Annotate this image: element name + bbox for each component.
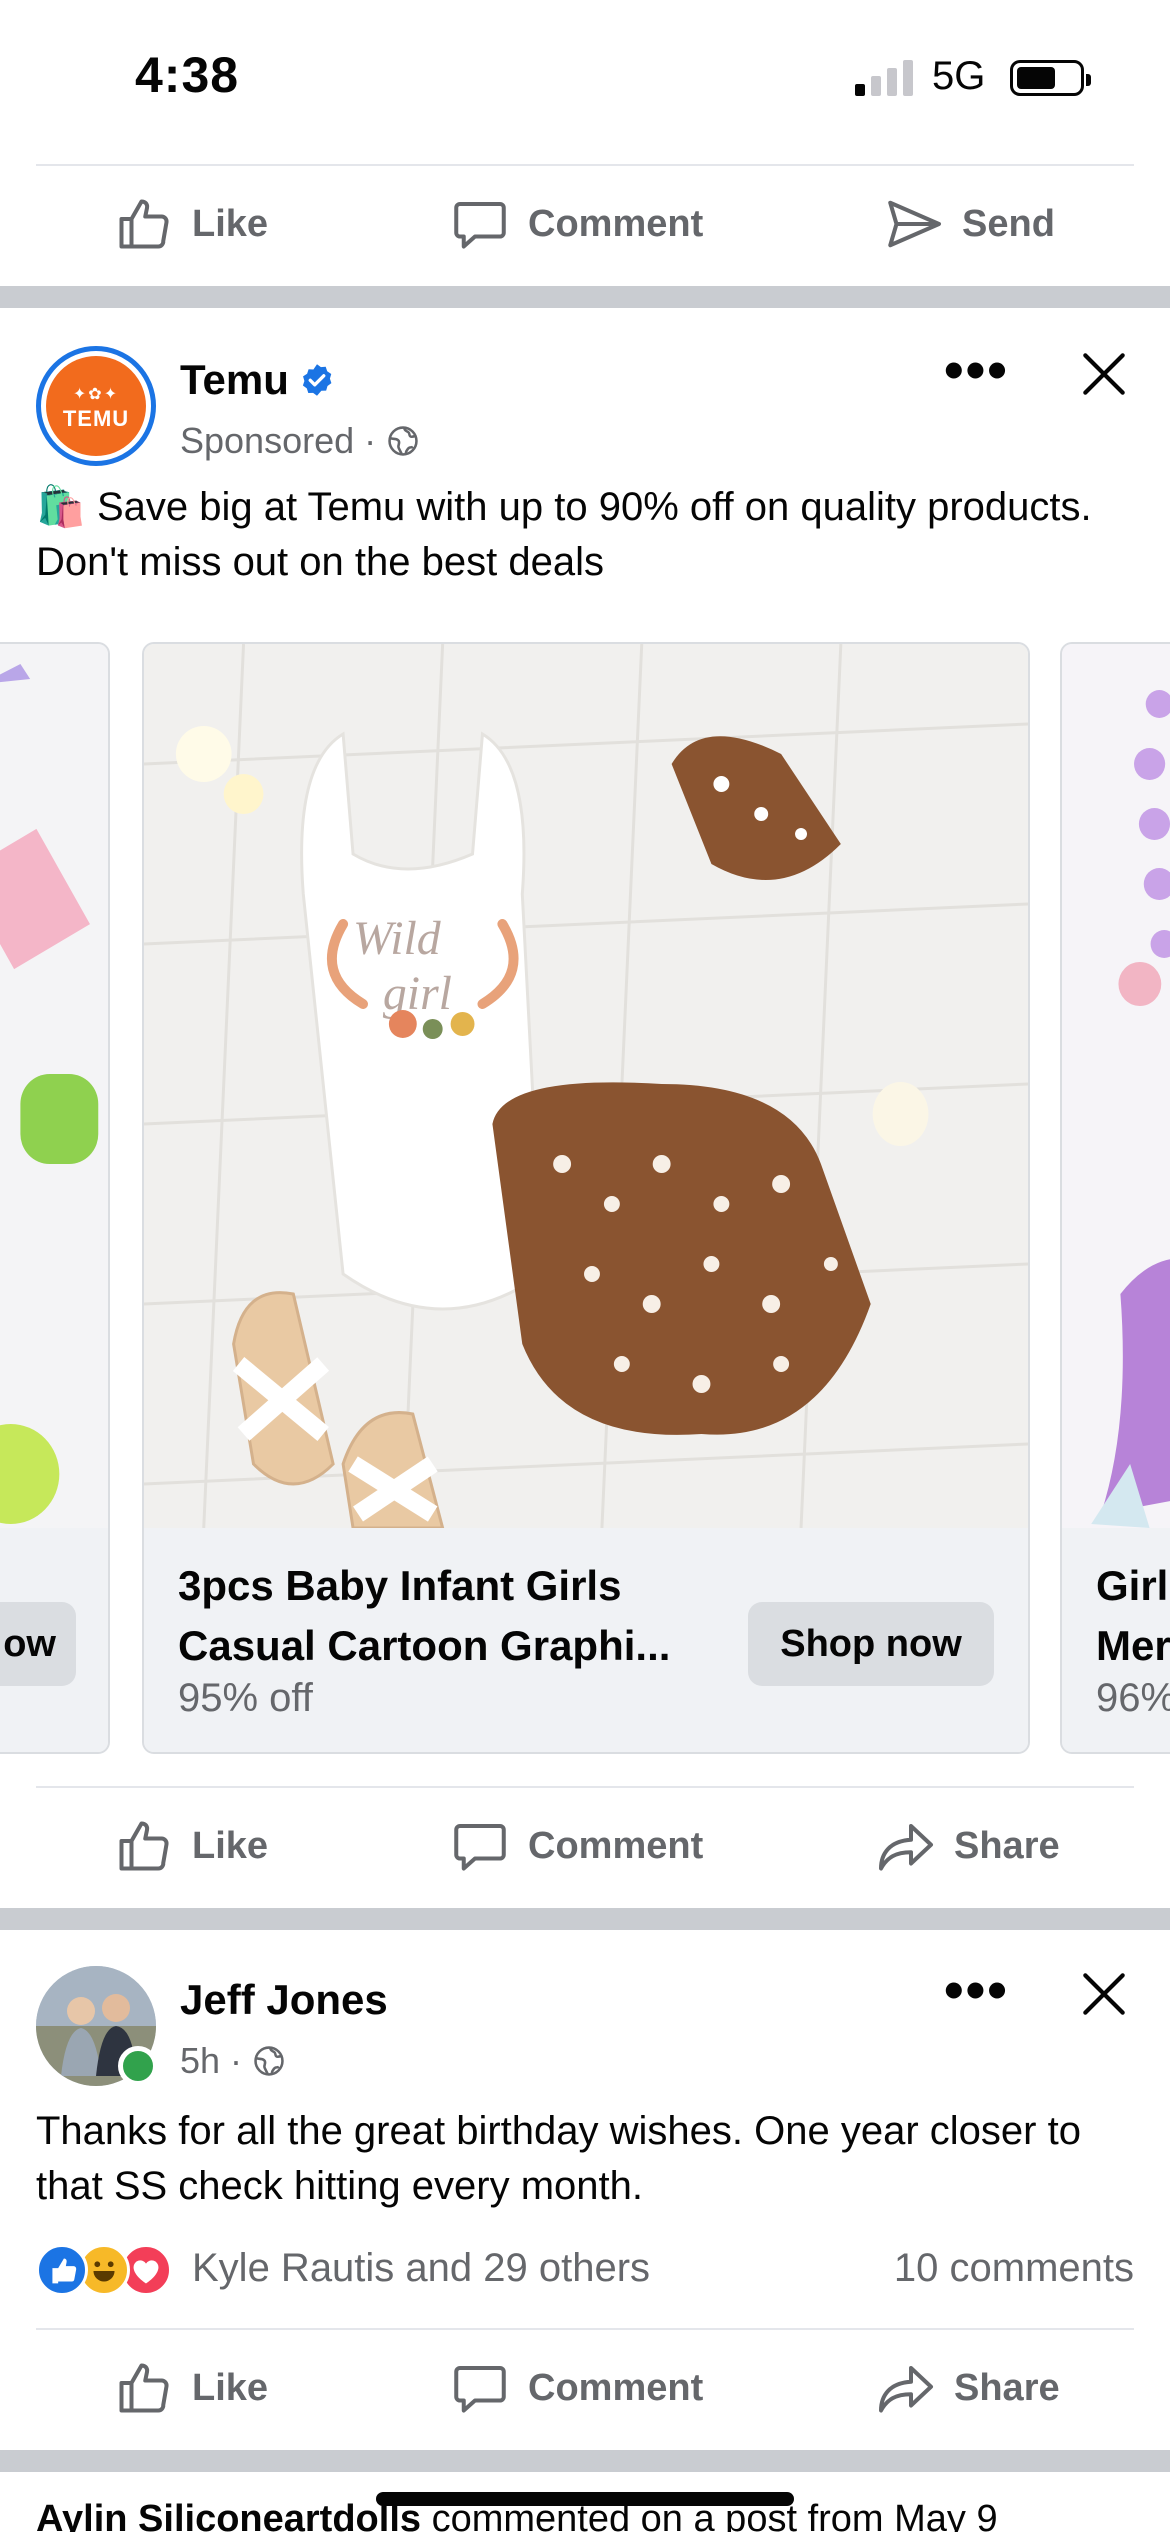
product-discount: 95% off	[178, 1676, 313, 1720]
carousel-card-next[interactable]: Girl Mer 96%	[1060, 642, 1170, 1754]
ad-author[interactable]: Temu	[180, 356, 335, 404]
post-separator	[0, 2450, 1170, 2472]
globe-icon	[388, 426, 418, 456]
ad-meta: Sponsored ·	[180, 420, 420, 462]
comment-icon	[454, 2366, 506, 2413]
previous-post-actions: Like Comment Send	[0, 164, 1170, 284]
post-separator	[0, 1908, 1170, 1930]
product-title: 3pcs Baby Infant Girls Casual Cartoon Gr…	[178, 1556, 718, 1676]
more-options-button[interactable]: •••	[944, 342, 1007, 400]
reaction-icons	[36, 2244, 186, 2296]
product-image-main: Wild girl	[144, 644, 1028, 1528]
comment-button[interactable]: Comment	[450, 2328, 703, 2448]
home-indicator[interactable]	[376, 2492, 794, 2506]
like-label: Like	[192, 2366, 269, 2409]
temu-logo: ✦✿✦ TEMU	[46, 356, 146, 456]
like-button[interactable]: Like	[114, 1786, 268, 1906]
share-label: Share	[954, 2366, 1060, 2409]
like-icon	[119, 2363, 169, 2413]
svg-text:Wild: Wild	[353, 912, 442, 965]
send-icon	[888, 200, 941, 248]
close-icon[interactable]	[1076, 346, 1132, 402]
comment-button[interactable]: Comment	[450, 164, 703, 284]
share-button[interactable]: Share	[876, 1786, 1060, 1906]
jeff-meta: 5h ·	[180, 2040, 286, 2082]
online-status-badge	[118, 2046, 158, 2086]
more-options-button[interactable]: •••	[944, 1962, 1007, 2020]
comment-button[interactable]: Comment	[450, 1786, 703, 1906]
share-button[interactable]: Share	[876, 2328, 1060, 2448]
reactions-text: Kyle Rautis and 29 others	[192, 2246, 651, 2290]
post-time: 5h ·	[180, 2040, 243, 2081]
post-separator	[0, 286, 1170, 308]
product-image-next	[1062, 644, 1170, 1528]
like-label: Like	[192, 1824, 269, 1867]
reactions-summary[interactable]: Kyle Rautis and 29 others 10 comments	[0, 2240, 1170, 2300]
shopping-bags-emoji: 🛍️	[36, 485, 86, 529]
status-bar: 4:38 5G	[0, 0, 1170, 160]
like-button[interactable]: Like	[114, 2328, 268, 2448]
shop-now-button-prev[interactable]: ow	[0, 1602, 76, 1686]
comment-icon	[454, 202, 506, 249]
verified-badge-icon	[302, 364, 332, 396]
battery-icon	[1010, 60, 1091, 96]
ad-text: 🛍️ Save big at Temu with up to 90% off o…	[36, 480, 1136, 590]
product-title-next: Girl Mer	[1096, 1556, 1170, 1676]
carousel-card-prev[interactable]: ow	[0, 642, 110, 1754]
share-icon	[879, 1824, 933, 1871]
send-label: Send	[962, 202, 1055, 245]
ad-text-body: Save big at Temu with up to 90% off on q…	[36, 485, 1092, 584]
product-image-prev	[0, 644, 108, 1528]
like-label: Like	[192, 202, 269, 245]
product-title-next-line2: Mer	[1096, 1622, 1170, 1669]
shop-now-button[interactable]: Shop now	[748, 1602, 994, 1686]
product-title-line1: 3pcs Baby Infant Girls	[178, 1562, 622, 1609]
jeff-post-actions: Like Comment Share	[0, 2328, 1170, 2448]
carousel-card-main[interactable]: Wild girl 3pcs Baby Infant Girls Casual …	[142, 642, 1030, 1754]
comment-label: Comment	[528, 1824, 704, 1867]
like-button[interactable]: Like	[114, 164, 268, 284]
status-time: 4:38	[135, 47, 240, 103]
jeff-author-name[interactable]: Jeff Jones	[180, 1976, 388, 2024]
product-title-line2: Casual Cartoon Graphi...	[178, 1622, 671, 1669]
share-icon	[879, 2366, 933, 2413]
like-reaction-icon	[36, 2244, 88, 2296]
signal-strength-icon	[855, 58, 915, 96]
jeff-post-text: Thanks for all the great birthday wishes…	[36, 2109, 1081, 2208]
sponsored-label: Sponsored ·	[180, 420, 377, 461]
network-type: 5G	[932, 54, 986, 98]
svg-text:girl: girl	[383, 967, 452, 1020]
close-icon[interactable]	[1076, 1966, 1132, 2022]
comments-count[interactable]: 10 comments	[894, 2246, 1134, 2291]
comment-label: Comment	[528, 202, 704, 245]
product-title-next-line1: Girl	[1096, 1562, 1169, 1609]
next-post-name: Aylin Siliconeartdolls	[36, 2498, 422, 2532]
ad-author-name: Temu	[180, 356, 289, 403]
send-button[interactable]: Send	[884, 164, 1055, 284]
temu-avatar[interactable]: ✦✿✦ TEMU	[36, 346, 156, 466]
ad-post-actions: Like Comment Share	[0, 1786, 1170, 1906]
like-icon	[119, 1821, 169, 1871]
comment-label: Comment	[528, 2366, 704, 2409]
share-label: Share	[954, 1824, 1060, 1867]
like-icon	[119, 199, 169, 249]
comment-icon	[454, 1824, 506, 1871]
globe-icon	[254, 2046, 284, 2076]
product-discount-next: 96%	[1096, 1676, 1170, 1720]
